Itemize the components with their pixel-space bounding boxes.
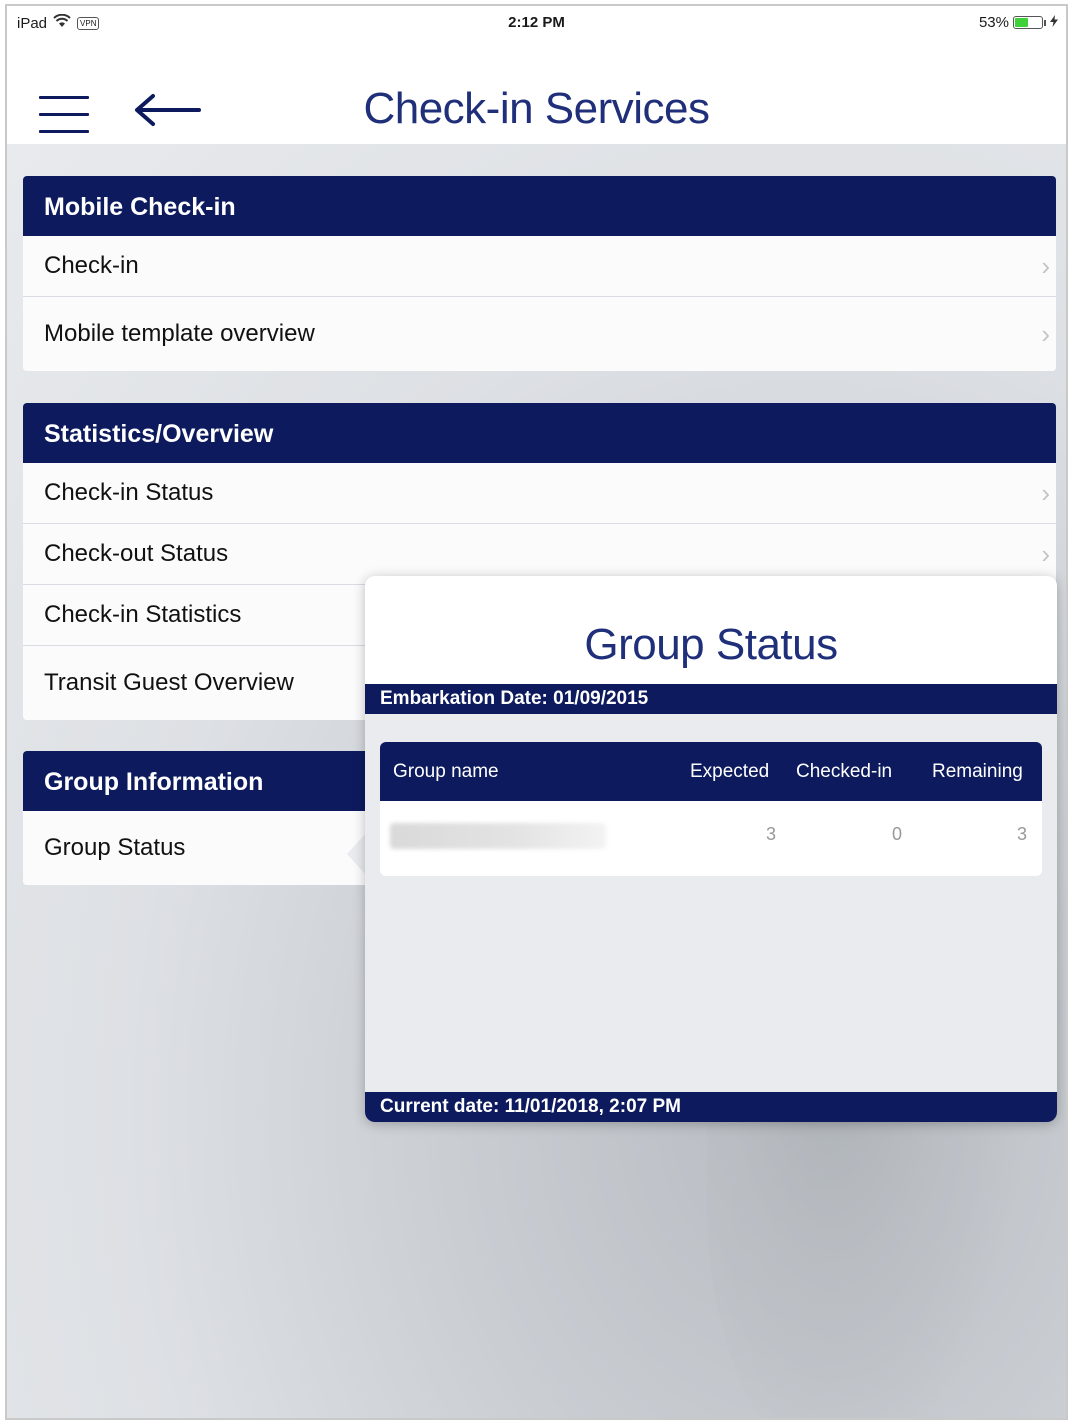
ipad-screen: iPad VPN 2:12 PM 53% Check-in Services M… <box>5 4 1068 1420</box>
battery-percent: 53% <box>978 14 1009 31</box>
battery-tip <box>1044 19 1046 26</box>
battery-icon <box>1013 16 1043 29</box>
section-header: Statistics/Overview <box>23 403 1056 463</box>
chevron-right-icon: › <box>1041 251 1050 281</box>
popover-title: Group Status <box>584 620 838 669</box>
menu-item-label: Check-in Statistics <box>44 601 242 628</box>
popover-header: Group Status <box>365 576 1057 684</box>
bolt-icon <box>1050 14 1058 31</box>
column-header-expected: Expected <box>690 761 770 782</box>
cell-remaining: 3 <box>1017 824 1028 844</box>
chevron-right-icon: › <box>1041 539 1050 569</box>
status-bar-right: 53% <box>979 14 1058 31</box>
section-mobile-check-in: Mobile Check-in Check-in › Mobile templa… <box>23 176 1056 371</box>
table-row[interactable]: 3 0 3 <box>380 801 1042 876</box>
menu-item-label: Group Status <box>44 834 186 861</box>
popover-arrow <box>347 832 367 876</box>
navigation-bar: Check-in Services <box>7 40 1066 145</box>
menu-item-label: Mobile template overview <box>44 320 315 347</box>
menu-item-label: Check-out Status <box>44 540 229 567</box>
menu-item-label: Check-in <box>44 252 139 279</box>
status-time: 2:12 PM <box>508 14 565 31</box>
current-date-bar: Current date: 11/01/2018, 2:07 PM <box>365 1092 1057 1122</box>
column-header-group-name: Group name <box>393 761 499 782</box>
menu-item-check-in-status[interactable]: Check-in Status › <box>23 463 1056 524</box>
menu-item-mobile-template-overview[interactable]: Mobile template overview › <box>23 297 1056 371</box>
section-header: Mobile Check-in <box>23 176 1056 236</box>
menu-item-check-in[interactable]: Check-in › <box>23 236 1056 297</box>
column-header-remaining: Remaining <box>932 761 1023 782</box>
embarkation-date-bar: Embarkation Date: 01/09/2015 <box>365 684 1057 714</box>
group-status-popover: Group Status Embarkation Date: 01/09/201… <box>365 576 1057 1122</box>
battery-level <box>1015 18 1028 27</box>
menu-item-label: Transit Guest Overview <box>44 669 294 696</box>
menu-item-label: Check-in Status <box>44 479 214 506</box>
column-header-checked-in: Checked-in <box>796 761 893 782</box>
cell-checked-in: 0 <box>892 824 903 844</box>
cell-expected: 3 <box>766 824 777 844</box>
status-bar: iPad VPN 2:12 PM 53% <box>7 6 1066 40</box>
table-header: Group name Expected Checked-in Remaining <box>380 742 1042 801</box>
chevron-right-icon: › <box>1041 478 1050 508</box>
group-status-table: Group name Expected Checked-in Remaining… <box>380 742 1042 876</box>
page-title: Check-in Services <box>363 84 710 133</box>
chevron-right-icon: › <box>1041 319 1050 349</box>
group-name-redacted <box>390 823 606 849</box>
